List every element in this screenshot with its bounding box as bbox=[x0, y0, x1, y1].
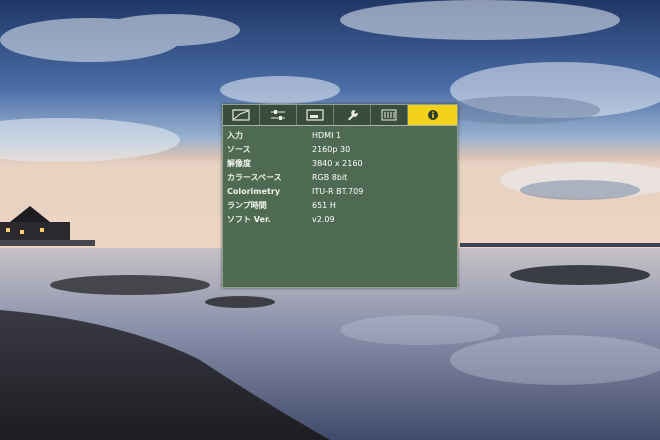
info-row-source: ソース 2160p 30 bbox=[227, 143, 457, 157]
info-row-colorimetry: Colorimetry ITU-R BT.709 bbox=[227, 185, 457, 199]
info-value: 3840 x 2160 bbox=[312, 159, 363, 168]
sliders-icon bbox=[271, 110, 285, 120]
info-label: 入力 bbox=[227, 131, 243, 140]
wrench-icon bbox=[348, 110, 358, 121]
info-label: Colorimetry bbox=[227, 187, 281, 196]
panel-icon bbox=[381, 109, 397, 121]
tab-picture[interactable] bbox=[223, 105, 260, 125]
info-icon bbox=[427, 110, 438, 120]
info-value: ITU-R BT.709 bbox=[312, 187, 364, 196]
picture-icon bbox=[232, 109, 250, 121]
info-value: 2160p 30 bbox=[312, 145, 351, 154]
info-label: ランプ時間 bbox=[227, 201, 267, 210]
tab-adjust[interactable] bbox=[260, 105, 297, 125]
info-label: ソース bbox=[227, 145, 251, 154]
tab-setup[interactable] bbox=[334, 105, 371, 125]
info-value: v2.09 bbox=[312, 215, 335, 224]
info-label: ソフト Ver. bbox=[227, 215, 271, 224]
info-label: カラースペース bbox=[227, 173, 282, 182]
info-row-lamp-hours: ランプ時間 651 H bbox=[227, 199, 457, 213]
screen-icon bbox=[306, 109, 324, 121]
info-value: RGB 8bit bbox=[312, 173, 348, 182]
info-label: 解像度 bbox=[227, 159, 251, 168]
info-row-color-space: カラースペース RGB 8bit bbox=[227, 171, 457, 185]
info-row-resolution: 解像度 3840 x 2160 bbox=[227, 157, 457, 171]
tab-screen[interactable] bbox=[297, 105, 334, 125]
info-value: HDMI 1 bbox=[312, 131, 342, 140]
info-row-software-version: ソフト Ver. v2.09 bbox=[227, 213, 457, 227]
info-value: 651 H bbox=[312, 201, 336, 210]
info-row-input: 入力 HDMI 1 bbox=[227, 129, 457, 143]
tab-info[interactable] bbox=[408, 105, 457, 125]
info-menu-panel: 入力 HDMI 1 ソース 2160p 30 解像度 3840 x 2160 カ… bbox=[222, 104, 458, 288]
info-list: 入力 HDMI 1 ソース 2160p 30 解像度 3840 x 2160 カ… bbox=[223, 126, 457, 227]
menu-tab-bar bbox=[223, 105, 457, 126]
tab-panel[interactable] bbox=[371, 105, 408, 125]
